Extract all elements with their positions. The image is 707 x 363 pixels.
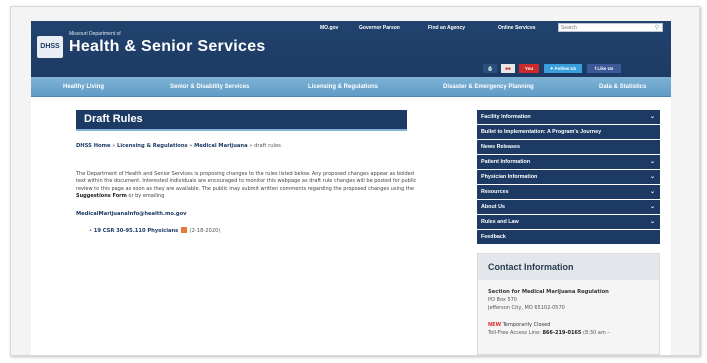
sidebar-item-label: Physician Information bbox=[481, 174, 538, 180]
sidebar-item-label: Rules and Law bbox=[481, 219, 519, 225]
print-icon[interactable]: ⎙ bbox=[483, 64, 497, 73]
breadcrumb-licensing[interactable]: Licensing & Regulations bbox=[117, 143, 188, 149]
nav-senior-disability[interactable]: Senior & Disability Services bbox=[170, 77, 249, 97]
sidebar-item-label: Feedback bbox=[481, 234, 506, 240]
contact-section-name: Section for Medical Marijuana Regulation bbox=[488, 289, 609, 295]
share-icon[interactable]: ■■ bbox=[501, 64, 515, 73]
sidebar-menu: Facility Information ⌄ Bullet to Implemen… bbox=[477, 110, 660, 245]
intro-text: The Department of Health and Senior Serv… bbox=[76, 171, 417, 192]
top-link-governor[interactable]: Governor Parson bbox=[359, 25, 400, 31]
nav-data-statistics[interactable]: Data & Statistics bbox=[599, 77, 646, 97]
sidebar-item-about[interactable]: About Us ⌄ bbox=[477, 200, 660, 214]
facebook-like-button[interactable]: f Like Us bbox=[587, 64, 621, 73]
youtube-icon[interactable]: You bbox=[519, 64, 539, 73]
sidebar-item-rules[interactable]: Rules and Law ⌄ bbox=[477, 215, 660, 229]
chevron-down-icon[interactable]: ⌄ bbox=[650, 215, 655, 229]
intro-text-end: or by emailing bbox=[126, 193, 165, 200]
contact-po-box: PO Box 570 bbox=[488, 297, 517, 303]
contact-heading: Contact Information bbox=[478, 254, 659, 280]
sidebar-item-label: Resources bbox=[481, 189, 509, 195]
twitter-follow-button[interactable]: ✦ Follow Us bbox=[544, 64, 582, 73]
list-item: • 19 CSR 30-95.110 Physicians (2-18-2020… bbox=[89, 227, 220, 234]
title-bar: Draft Rules bbox=[76, 110, 407, 131]
nav-healthy-living[interactable]: Healthy Living bbox=[63, 77, 104, 97]
bullet: • bbox=[89, 228, 93, 234]
dhss-logo[interactable]: DHSS bbox=[37, 36, 63, 58]
department-name: Missouri Department of bbox=[69, 31, 121, 37]
search-box[interactable]: ⚲ bbox=[558, 23, 663, 32]
breadcrumb-medical-marijuana[interactable]: Medical Marijuana bbox=[194, 143, 248, 149]
sidebar-item-label: Bullet to Implementation: A Program's Jo… bbox=[481, 129, 602, 135]
email-link[interactable]: MedicalMarijuanaInfo@health.mo.gov bbox=[76, 211, 187, 217]
rule-link[interactable]: 19 CSR 30-95.110 Physicians bbox=[94, 228, 179, 234]
sidebar-item-label: News Releases bbox=[481, 144, 520, 150]
breadcrumb-current: draft rules bbox=[254, 143, 281, 149]
top-link-find-agency[interactable]: Find an Agency bbox=[428, 25, 465, 31]
page-content: Draft Rules DHSS Home » Licensing & Regu… bbox=[31, 97, 671, 355]
chevron-down-icon[interactable]: ⌄ bbox=[650, 155, 655, 169]
page-title: Draft Rules bbox=[84, 113, 143, 125]
phone-label: Toll-Free Access Line: bbox=[488, 330, 543, 336]
phone-hours: (8:30 am – bbox=[581, 330, 610, 336]
sidebar-item-news[interactable]: News Releases bbox=[477, 140, 660, 154]
search-icon[interactable]: ⚲ bbox=[655, 24, 659, 31]
sidebar-item-facility[interactable]: Facility Information ⌄ bbox=[477, 110, 660, 124]
chevron-down-icon[interactable]: ⌄ bbox=[650, 110, 655, 124]
new-badge: NEW bbox=[488, 322, 502, 328]
agency-title[interactable]: Health & Senior Services bbox=[69, 38, 266, 56]
nav-disaster-emergency[interactable]: Disaster & Emergency Planning bbox=[443, 77, 534, 97]
search-input[interactable] bbox=[561, 24, 641, 31]
sidebar-item-label: Patient Information bbox=[481, 159, 531, 165]
phone-number[interactable]: 866-219-0165 bbox=[542, 330, 581, 336]
status-text: Temporarily Closed bbox=[502, 322, 551, 328]
breadcrumb: DHSS Home » Licensing & Regulations » Me… bbox=[76, 143, 281, 149]
suggestions-form-link[interactable]: Suggestions Form bbox=[76, 193, 127, 199]
sidebar-item-resources[interactable]: Resources ⌄ bbox=[477, 185, 660, 199]
breadcrumb-home[interactable]: DHSS Home bbox=[76, 143, 111, 149]
site-header: DHSS Missouri Department of Health & Sen… bbox=[31, 21, 671, 77]
sidebar-item-feedback[interactable]: Feedback bbox=[477, 230, 660, 244]
chevron-down-icon[interactable]: ⌄ bbox=[650, 200, 655, 214]
chevron-down-icon[interactable]: ⌄ bbox=[650, 170, 655, 184]
sidebar-item-label: Facility Information bbox=[481, 114, 531, 120]
nav-licensing-regulations[interactable]: Licensing & Regulations bbox=[308, 77, 378, 97]
top-link-mo-gov[interactable]: MO.gov bbox=[320, 25, 338, 31]
sidebar-item-label: About Us bbox=[481, 204, 505, 210]
chevron-down-icon[interactable]: ⌄ bbox=[650, 185, 655, 199]
contact-phone: Toll-Free Access Line: 866-219-0165 (8:3… bbox=[488, 330, 610, 336]
contact-panel: Contact Information Section for Medical … bbox=[477, 253, 660, 355]
sidebar-item-patient[interactable]: Patient Information ⌄ bbox=[477, 155, 660, 169]
contact-status: NEW Temporarily Closed bbox=[488, 322, 550, 328]
intro-paragraph: The Department of Health and Senior Serv… bbox=[76, 171, 421, 201]
pdf-icon[interactable] bbox=[180, 227, 187, 233]
main-nav: Healthy Living Senior & Disability Servi… bbox=[31, 77, 671, 97]
sidebar-item-physician[interactable]: Physician Information ⌄ bbox=[477, 170, 660, 184]
top-link-online-services[interactable]: Online Services bbox=[498, 25, 536, 31]
rule-date: (2-18-2020) bbox=[189, 228, 221, 234]
contact-city: Jefferson City, MO 65102-0570 bbox=[488, 305, 565, 311]
browser-page: DHSS Missouri Department of Health & Sen… bbox=[10, 6, 700, 356]
sidebar-item-bullet[interactable]: Bullet to Implementation: A Program's Jo… bbox=[477, 125, 660, 139]
